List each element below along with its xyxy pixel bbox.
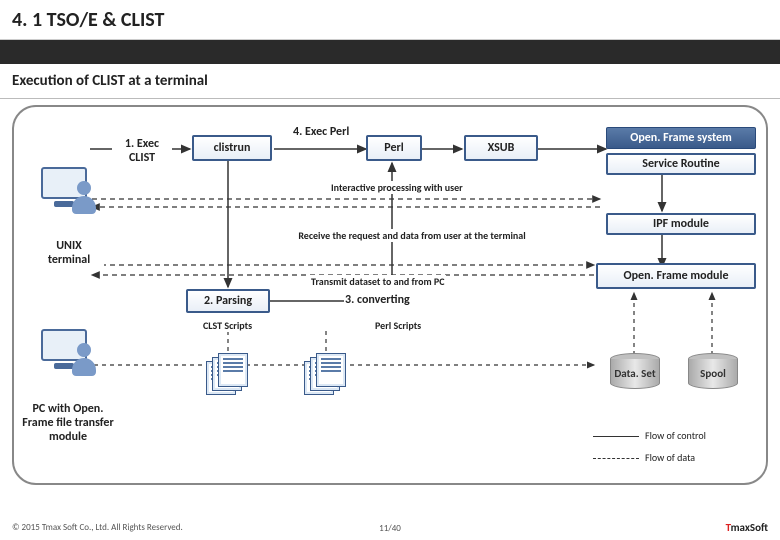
clistrun-box: clistrun (192, 135, 272, 161)
slide-header: 4. 1 TSO/E & CLIST (0, 0, 780, 40)
perl-scripts-label: Perl Scripts (374, 319, 422, 332)
slide-title: 4. 1 TSO/E & CLIST (12, 8, 164, 32)
page-number: 11/40 (379, 523, 401, 534)
brand-logo: TmaxSoft (726, 521, 768, 534)
dataset-cylinder: Data. Set (610, 353, 660, 397)
parsing-box: 2. Parsing (186, 289, 270, 313)
clst-scripts-label: CLST Scripts (202, 319, 253, 332)
legend-control: Flow of control (592, 429, 707, 442)
interactive-label: Interactive processing with user (330, 181, 464, 194)
unix-terminal-label: UNIX terminal (34, 239, 104, 267)
dataset-label: Data. Set (610, 367, 660, 380)
header-darkbar (0, 40, 780, 64)
pc-terminal-icon (36, 329, 92, 379)
openframe-system-box: Open. Frame system (606, 127, 756, 149)
legend-data: Flow of data (592, 451, 696, 464)
exec-perl-label: 4. Exec Perl (292, 125, 350, 139)
transmit-label: Transmit dataset to and from PC (310, 275, 446, 288)
slide-subtitle: Execution of CLIST at a terminal (0, 64, 780, 99)
exec-clist-label: 1. Exec CLIST (112, 137, 172, 165)
user-icon-pc (70, 343, 98, 377)
copyright-text: © 2015 Tmax Soft Co., Ltd. All Rights Re… (12, 522, 183, 533)
legend-data-text: Flow of data (645, 451, 695, 464)
perl-scripts-icon (304, 353, 350, 393)
pc-terminal-label: PC with Open. Frame file transfer module (20, 403, 116, 444)
user-icon (70, 181, 98, 215)
unix-terminal-icon (36, 167, 92, 217)
converting-label: 3. converting (344, 293, 411, 307)
receive-label: Receive the request and data from user a… (292, 229, 532, 242)
spool-cylinder: Spool (688, 353, 738, 397)
diagram-canvas: UNIX terminal PC with Open. Frame file t… (12, 105, 768, 485)
spool-label: Spool (688, 367, 738, 380)
legend-control-text: Flow of control (645, 429, 706, 442)
perl-box: Perl (366, 135, 422, 161)
ipf-module-box: IPF module (606, 213, 756, 235)
service-routine-box: Service Routine (606, 153, 756, 175)
openframe-module-box: Open. Frame module (596, 263, 756, 289)
clst-scripts-icon (206, 353, 252, 393)
xsub-box: XSUB (464, 135, 538, 161)
